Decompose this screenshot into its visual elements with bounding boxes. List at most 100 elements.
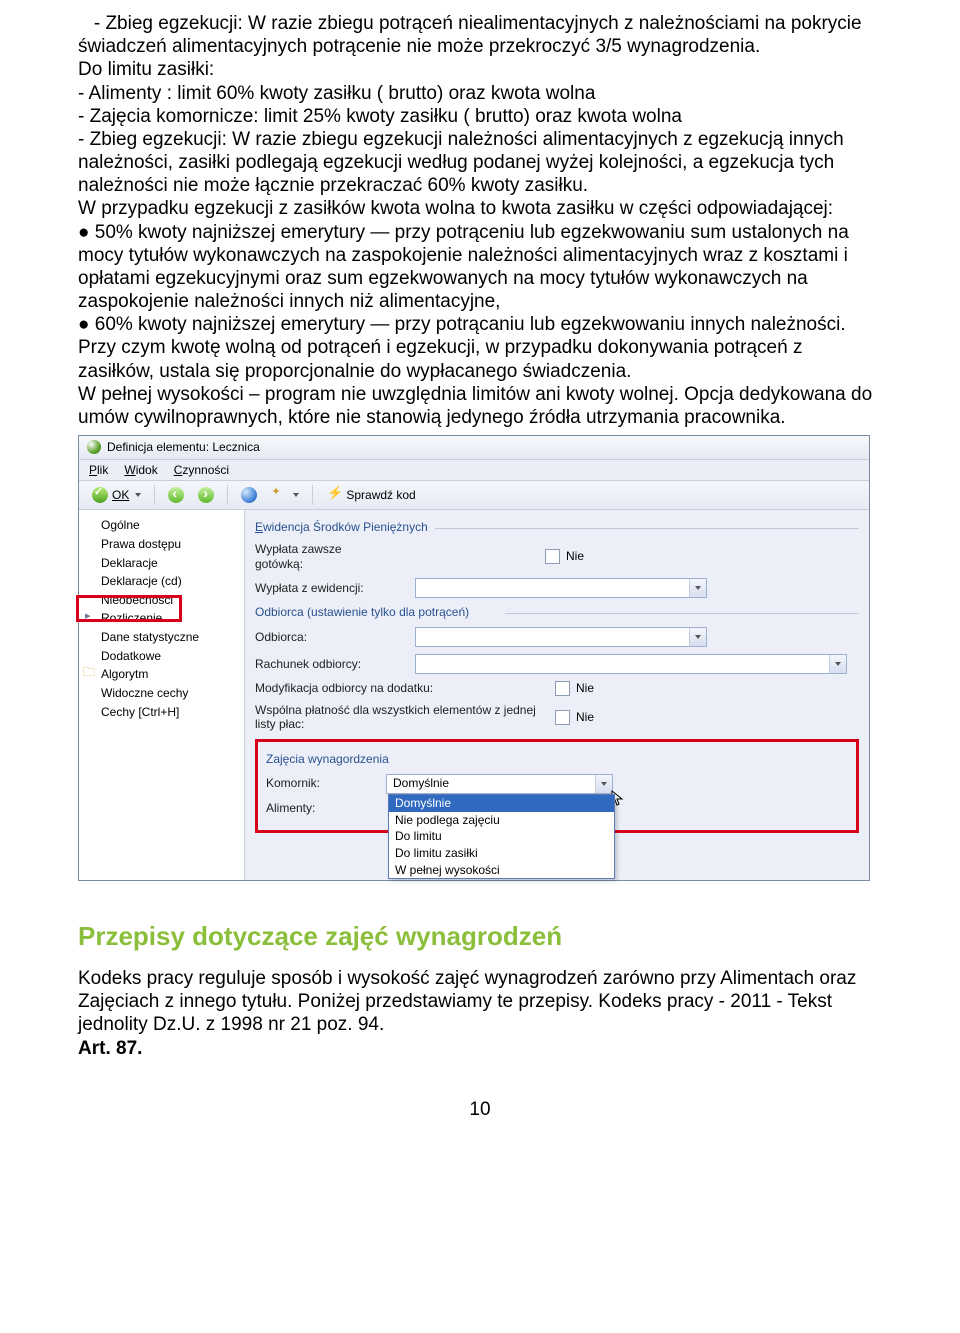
sidebar-item-nieobecnosci[interactable]: Nieobecności xyxy=(79,591,244,610)
app-icon xyxy=(87,440,101,454)
option-do-limitu[interactable]: Do limitu xyxy=(389,828,614,845)
nav-back-button[interactable] xyxy=(165,486,187,504)
dropdown-icon xyxy=(829,655,846,673)
option-nie-podlega[interactable]: Nie podlega zajęciu xyxy=(389,812,614,829)
chk-wyplata-gotowka[interactable]: Nie xyxy=(545,549,584,564)
lbl-odbiorca: Odbiorca: xyxy=(255,630,375,645)
checkmark-icon xyxy=(92,487,108,503)
dropdown-icon xyxy=(689,579,706,597)
row-odbiorca: Odbiorca: xyxy=(255,627,859,647)
chk-wspolna[interactable]: Nie xyxy=(555,710,594,725)
lbl-komornik: Komornik: xyxy=(266,776,386,791)
window-title: Definicja elementu: Lecznica xyxy=(107,440,260,455)
lbl-wyplata-gotowka: Wypłata zawsze gotówką: xyxy=(255,542,375,571)
chk-label-nie: Nie xyxy=(576,681,594,696)
combo-value xyxy=(416,655,829,673)
globe-icon xyxy=(241,487,257,503)
lbl-wspolna: Wspólna płatność dla wszystkich elementó… xyxy=(255,703,555,732)
dropdown-list[interactable]: Domyślnie Nie podlega zajęciu Do limitu … xyxy=(388,794,615,879)
sidebar: Ogólne Prawa dostępu Deklaracje Deklarac… xyxy=(79,510,245,880)
back-icon xyxy=(168,487,184,503)
lbl-wyplata-ewid: Wypłata z ewidencji: xyxy=(255,581,375,596)
dropdown-icon xyxy=(689,628,706,646)
checkbox-icon xyxy=(555,710,570,725)
combo-wyplata-ewid[interactable] xyxy=(415,578,707,598)
option-do-limitu-zasilki[interactable]: Do limitu zasiłki xyxy=(389,845,614,862)
titlebar: Definicja elementu: Lecznica xyxy=(79,436,869,460)
option-domyslnie[interactable]: Domyślnie xyxy=(389,795,614,812)
wizard-icon xyxy=(271,487,287,503)
para-bullet-60: ● 60% kwoty najniższej emerytury — przy … xyxy=(78,313,882,336)
ok-button[interactable]: OK xyxy=(89,486,144,504)
sidebar-item-widoczne-cechy[interactable]: Widoczne cechy xyxy=(79,684,244,703)
page-number: 10 xyxy=(78,1098,882,1121)
sidebar-item-deklaracje-cd[interactable]: Deklaracje (cd) xyxy=(79,572,244,591)
sidebar-item-prawa[interactable]: Prawa dostępu xyxy=(79,535,244,554)
g3-label: Zajęcia wynagordzenia xyxy=(266,752,389,766)
sprawdz-kod-button[interactable]: Sprawdź kod xyxy=(323,486,418,504)
chk-label-nie: Nie xyxy=(576,710,594,725)
combo-odbiorca[interactable] xyxy=(415,627,707,647)
menu-czynnosci[interactable]: Czynności xyxy=(174,463,229,478)
para-zajecia: - Zajęcia komornicze: limit 25% kwoty za… xyxy=(78,105,882,128)
para-wpelnej: W pełnej wysokości – program nie uwzględ… xyxy=(78,383,882,429)
sidebar-item-ogolne[interactable]: Ogólne xyxy=(79,516,244,535)
sprawdz-label: Sprawdź kod xyxy=(346,488,415,503)
sidebar-item-dodatkowe[interactable]: Dodatkowe xyxy=(79,647,244,666)
lightning-icon xyxy=(326,487,342,503)
app-window: Definicja elementu: Lecznica Plik Widok … xyxy=(78,435,870,881)
separator xyxy=(227,485,228,505)
para-limit-head: Do limitu zasiłki: xyxy=(78,58,882,81)
menubar: Plik Widok Czynności xyxy=(79,460,869,482)
separator xyxy=(312,485,313,505)
para-bullet-50: ● 50% kwoty najniższej emerytury — przy … xyxy=(78,221,882,314)
row-rachunek: Rachunek odbiorcy: xyxy=(255,654,859,674)
g1-label: widencja Środków Pieniężnych xyxy=(263,520,428,534)
para-kodeks: Kodeks pracy reguluje sposób i wysokość … xyxy=(78,967,882,1037)
row-komornik: Komornik: Domyślnie xyxy=(266,774,848,794)
chk-mod[interactable]: Nie xyxy=(555,681,594,696)
caret-down-icon xyxy=(293,493,299,497)
group-ewidencja: Ewidencja Środków Pieniężnych xyxy=(255,520,859,535)
ok-label: OK xyxy=(112,488,129,503)
row-wyplata-gotowka: Wypłata zawsze gotówką: Nie xyxy=(255,542,859,571)
window-body: Ogólne Prawa dostępu Deklaracje Deklarac… xyxy=(79,510,869,880)
combo-value xyxy=(416,579,689,597)
toolbar: OK Sprawdź kod xyxy=(79,481,869,510)
heading-przepisy: Przepisy dotyczące zajęć wynagrodzeń xyxy=(78,921,882,953)
menu-widok[interactable]: Widok xyxy=(124,463,157,478)
lbl-rachunek: Rachunek odbiorcy: xyxy=(255,657,375,672)
tool-button-2[interactable] xyxy=(268,486,302,504)
lbl-alimenty: Alimenty: xyxy=(266,801,386,816)
combo-value xyxy=(416,628,689,646)
main-panel: Ewidencja Środków Pieniężnych Wypłata za… xyxy=(245,510,869,880)
row-wspolna: Wspólna płatność dla wszystkich elementó… xyxy=(255,703,859,732)
checkbox-icon xyxy=(555,681,570,696)
menu-plik[interactable]: Plik xyxy=(89,463,108,478)
para-art87: Art. 87. xyxy=(78,1037,882,1060)
separator xyxy=(154,485,155,505)
row-wyplata-ewid: Wypłata z ewidencji: xyxy=(255,578,859,598)
para-alimenty: - Alimenty : limit 60% kwoty zasiłku ( b… xyxy=(78,82,882,105)
chk-label-nie: Nie xyxy=(566,549,584,564)
option-pelna[interactable]: W pełnej wysokości xyxy=(389,862,614,879)
tool-button-1[interactable] xyxy=(238,486,260,504)
sidebar-item-deklaracje[interactable]: Deklaracje xyxy=(79,554,244,573)
combo-komornik[interactable]: Domyślnie xyxy=(386,774,613,794)
lbl-modyfikacja: Modyfikacja odbiorcy na dodatku: xyxy=(255,681,555,696)
caret-down-icon xyxy=(135,493,141,497)
sidebar-item-dane-stat[interactable]: Dane statystyczne xyxy=(79,628,244,647)
combo-komornik-value: Domyślnie xyxy=(387,775,595,793)
combo-rachunek[interactable] xyxy=(415,654,847,674)
sidebar-item-algorytm[interactable]: Algorytm xyxy=(79,665,244,684)
nav-forward-button[interactable] xyxy=(195,486,217,504)
forward-icon xyxy=(198,487,214,503)
sidebar-item-cechy[interactable]: Cechy [Ctrl+H] xyxy=(79,703,244,722)
checkbox-icon xyxy=(545,549,560,564)
g2-label: Odbiorca (ustawienie tylko dla potrąceń) xyxy=(255,605,469,619)
group-zajecia: Zajęcia wynagordzenia xyxy=(266,752,848,767)
sidebar-item-rozliczenie[interactable]: Rozliczenie xyxy=(79,609,244,628)
para-przyczym: Przy czym kwotę wolną od potrąceń i egze… xyxy=(78,336,882,382)
para-zbieg: - Zbieg egzekucji: W razie zbiegu potrąc… xyxy=(78,12,882,58)
dropdown-icon xyxy=(595,775,612,793)
